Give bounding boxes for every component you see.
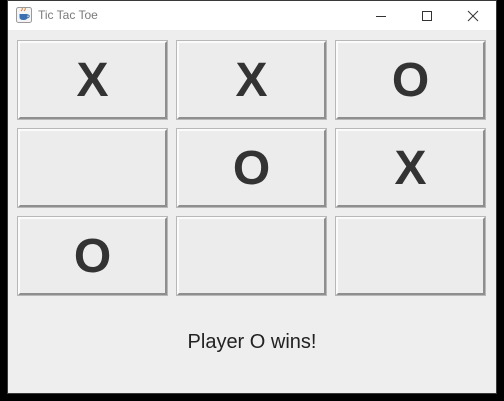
cell-6[interactable]: X — [335, 128, 486, 208]
close-icon — [467, 10, 479, 22]
cell-9[interactable] — [335, 216, 486, 296]
cell-8[interactable] — [176, 216, 327, 296]
close-button[interactable] — [450, 1, 496, 30]
app-window: Tic Tac Toe X X O O X O Player O wins! — [8, 1, 496, 393]
cell-2[interactable]: X — [176, 40, 327, 120]
minimize-button[interactable] — [358, 1, 404, 30]
cell-4[interactable] — [17, 128, 168, 208]
title-bar[interactable]: Tic Tac Toe — [8, 1, 496, 30]
maximize-icon — [422, 11, 432, 21]
window-title: Tic Tac Toe — [38, 8, 98, 22]
cell-3[interactable]: O — [335, 40, 486, 120]
maximize-button[interactable] — [404, 1, 450, 30]
cell-1[interactable]: X — [17, 40, 168, 120]
cell-5[interactable]: O — [176, 128, 327, 208]
java-cup-icon — [16, 7, 32, 23]
cell-7[interactable]: O — [17, 216, 168, 296]
game-status-label: Player O wins! — [187, 331, 317, 353]
minimize-icon — [376, 16, 386, 17]
